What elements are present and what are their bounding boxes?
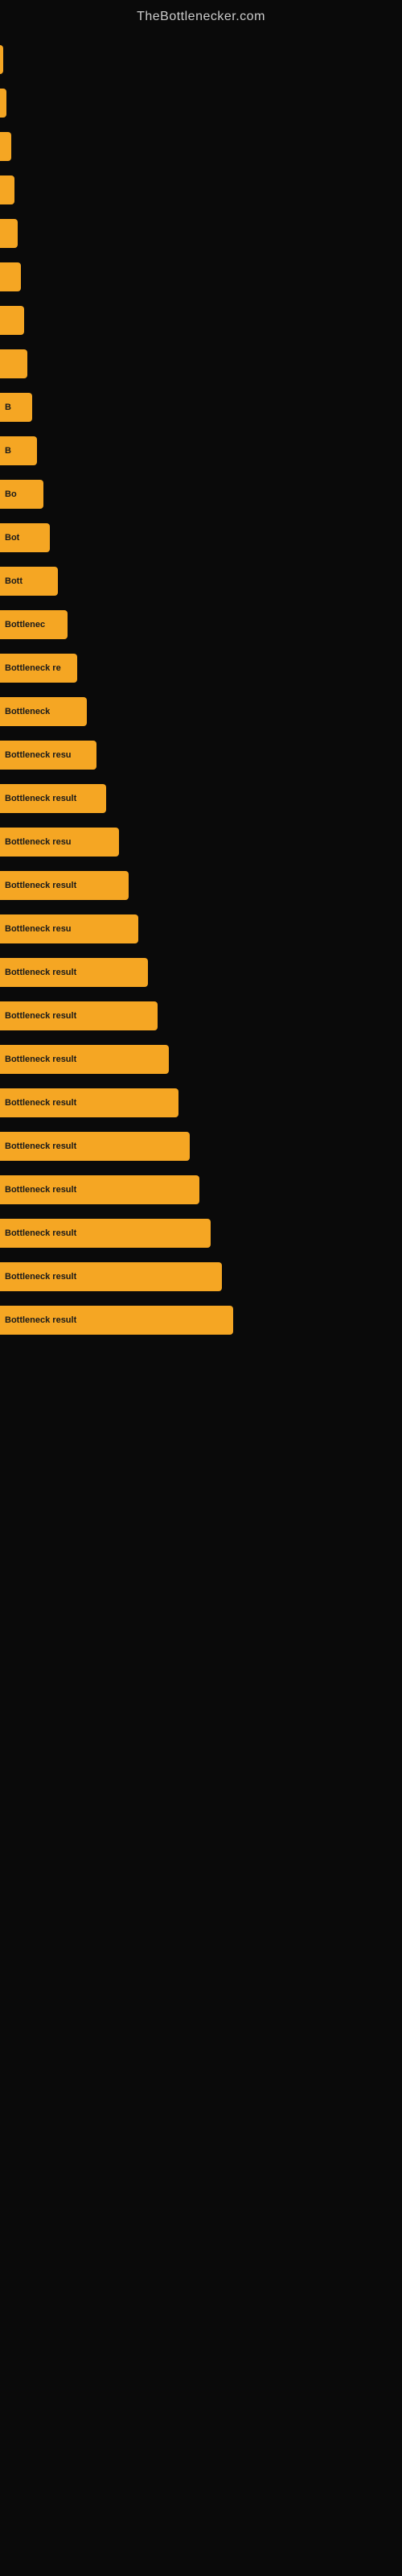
bar-label: Bottleneck result (0, 1228, 76, 1238)
bar-label: Bottleneck result (0, 794, 76, 803)
bar-label: Bot (0, 533, 19, 543)
bar-item[interactable]: Bottleneck result (0, 1088, 178, 1117)
bar-item[interactable]: Bottleneck result (0, 1045, 169, 1074)
bar-row: Bottleneck result (0, 1256, 402, 1298)
bar-row (0, 343, 402, 385)
bar-item[interactable]: Bottleneck resu (0, 914, 138, 943)
bar-row: Bottleneck resu (0, 908, 402, 950)
bar-item[interactable]: Bottleneck resu (0, 828, 119, 857)
bar-item[interactable]: Bottleneck result (0, 1001, 158, 1030)
bar-label: Bottleneck result (0, 1315, 76, 1325)
bar-row: Bottleneck (0, 691, 402, 733)
bar-label: Bottleneck resu (0, 924, 72, 934)
bar-item[interactable] (0, 262, 21, 291)
bar-item[interactable]: Bot (0, 523, 50, 552)
bar-row: Bottleneck resu (0, 821, 402, 863)
bar-item[interactable]: Bottleneck (0, 697, 87, 726)
bar-label: Bottleneck result (0, 1185, 76, 1195)
bars-container: B B Bo Bot Bott Bottlenec Bottleneck re Bottlen… (0, 31, 402, 1351)
site-title: TheBottlenecker.com (0, 0, 402, 31)
bar-item[interactable] (0, 306, 24, 335)
bar-item[interactable]: Bottleneck result (0, 958, 148, 987)
bar-row: Bottleneck result (0, 1169, 402, 1211)
bar-label: Bottleneck resu (0, 750, 72, 760)
bar-item[interactable]: Bottleneck result (0, 1219, 211, 1248)
bar-label: Bottleneck result (0, 1272, 76, 1282)
bar-label: Bottleneck result (0, 1055, 76, 1064)
bar-label: Bottlenec (0, 620, 45, 630)
bar-row (0, 126, 402, 167)
bar-row: Bottleneck result (0, 1212, 402, 1254)
bar-label: Bottleneck result (0, 1141, 76, 1151)
bar-row: Bottleneck result (0, 865, 402, 906)
bar-label: B (0, 446, 11, 456)
bar-label: Bott (0, 576, 23, 586)
bar-label: Bottleneck result (0, 1098, 76, 1108)
bar-item[interactable]: Bottleneck result (0, 1262, 222, 1291)
bar-label: B (0, 402, 11, 412)
bar-item[interactable] (0, 89, 6, 118)
bar-item[interactable] (0, 45, 3, 74)
bar-row: Bottlenec (0, 604, 402, 646)
bar-item[interactable]: Bott (0, 567, 58, 596)
bar-row: Bottleneck result (0, 995, 402, 1037)
bar-row: Bottleneck result (0, 1125, 402, 1167)
bar-item[interactable] (0, 175, 14, 204)
bar-item[interactable]: Bottleneck resu (0, 741, 96, 770)
bar-row (0, 213, 402, 254)
bar-label: Bottleneck re (0, 663, 61, 673)
bar-row (0, 39, 402, 80)
bar-row: Bo (0, 473, 402, 515)
bar-label: Bo (0, 489, 17, 499)
bar-item[interactable]: Bottleneck result (0, 1306, 233, 1335)
bar-row: Bottleneck result (0, 1038, 402, 1080)
bar-item[interactable]: Bottleneck result (0, 871, 129, 900)
bar-item[interactable] (0, 349, 27, 378)
bar-row: B (0, 386, 402, 428)
bar-row: Bottleneck result (0, 1299, 402, 1341)
bar-item[interactable]: Bottleneck result (0, 784, 106, 813)
bar-row (0, 256, 402, 298)
bar-item[interactable]: Bottleneck result (0, 1175, 199, 1204)
bar-label: Bottleneck result (0, 881, 76, 890)
bar-row: Bott (0, 560, 402, 602)
bar-row: Bottleneck result (0, 952, 402, 993)
bar-row: Bot (0, 517, 402, 559)
bar-item[interactable]: Bo (0, 480, 43, 509)
bar-row (0, 299, 402, 341)
bar-label: Bottleneck (0, 707, 50, 716)
bar-row: Bottleneck re (0, 647, 402, 689)
bar-item[interactable]: Bottlenec (0, 610, 68, 639)
bar-row: B (0, 430, 402, 472)
bar-item[interactable]: B (0, 393, 32, 422)
bar-row: Bottleneck result (0, 778, 402, 819)
bar-item[interactable] (0, 132, 11, 161)
bar-row (0, 82, 402, 124)
bar-label: Bottleneck resu (0, 837, 72, 847)
bar-item[interactable]: B (0, 436, 37, 465)
bar-row: Bottleneck result (0, 1082, 402, 1124)
bar-row: Bottleneck resu (0, 734, 402, 776)
bar-label: Bottleneck result (0, 968, 76, 977)
bar-item[interactable] (0, 219, 18, 248)
bar-row (0, 169, 402, 211)
bar-label: Bottleneck result (0, 1011, 76, 1021)
bar-item[interactable]: Bottleneck result (0, 1132, 190, 1161)
bar-item[interactable]: Bottleneck re (0, 654, 77, 683)
